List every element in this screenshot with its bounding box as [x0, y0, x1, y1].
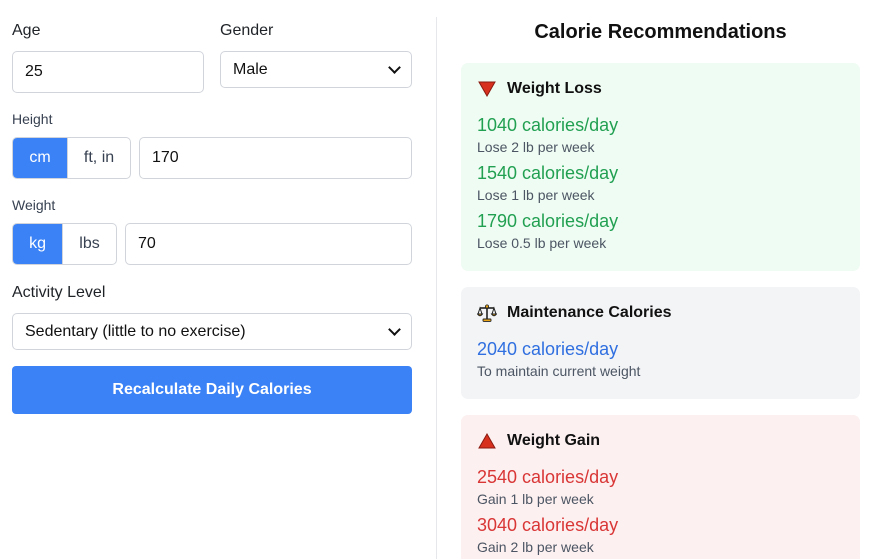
- gender-label: Gender: [220, 22, 274, 39]
- list-item: 1040 calories/day Lose 2 lb per week: [477, 113, 618, 161]
- age-input[interactable]: 25: [12, 51, 204, 93]
- calorie-note: Lose 1 lb per week: [477, 187, 595, 203]
- height-unit-cm[interactable]: cm: [13, 138, 68, 178]
- activity-value: Sedentary (little to no exercise): [25, 322, 246, 340]
- weight-unit-toggle: kg lbs: [12, 223, 117, 265]
- height-unit-toggle: cm ft, in: [12, 137, 131, 179]
- weight-gain-heading: Weight Gain: [507, 432, 601, 449]
- weight-label: Weight: [12, 197, 56, 213]
- calorie-note: Gain 2 lb per week: [477, 539, 594, 555]
- list-item: 1790 calories/day Lose 0.5 lb per week: [477, 209, 618, 257]
- maintenance-list: 2040 calories/day To maintain current we…: [477, 337, 640, 385]
- calorie-note: Lose 0.5 lb per week: [477, 235, 607, 251]
- weight-loss-list: 1040 calories/day Lose 2 lb per week 154…: [477, 113, 618, 257]
- column-divider: [436, 17, 437, 559]
- weight-unit-kg[interactable]: kg: [13, 224, 63, 264]
- calorie-value: 2540 calories/day: [477, 467, 619, 487]
- weight-gain-header: Weight Gain: [477, 432, 600, 450]
- height-input[interactable]: 170: [139, 137, 412, 179]
- calorie-value: 1790 calories/day: [477, 211, 619, 231]
- red-triangle-up-icon: [477, 432, 497, 450]
- height-label: Height: [12, 111, 53, 127]
- height-unit-ft-in[interactable]: ft, in: [67, 138, 130, 178]
- gender-select[interactable]: Male: [220, 51, 412, 88]
- age-value: 25: [25, 63, 43, 80]
- weight-gain-list: 2540 calories/day Gain 1 lb per week 304…: [477, 465, 618, 559]
- maintenance-header: Maintenance Calories: [477, 304, 672, 322]
- activity-select[interactable]: Sedentary (little to no exercise): [12, 313, 412, 350]
- gender-value: Male: [233, 60, 268, 78]
- calorie-value: 1040 calories/day: [477, 115, 619, 135]
- list-item: 1540 calories/day Lose 1 lb per week: [477, 161, 618, 209]
- list-item: 2540 calories/day Gain 1 lb per week: [477, 465, 618, 513]
- calorie-note: To maintain current weight: [477, 363, 641, 379]
- activity-label: Activity Level: [12, 284, 106, 301]
- calorie-value: 3040 calories/day: [477, 515, 619, 535]
- weight-loss-heading: Weight Loss: [507, 80, 602, 97]
- weight-loss-header: Weight Loss: [477, 80, 602, 98]
- results-title: Calorie Recommendations: [534, 21, 787, 43]
- calorie-note: Gain 1 lb per week: [477, 491, 594, 507]
- calorie-value: 1540 calories/day: [477, 163, 619, 183]
- list-item: 2040 calories/day To maintain current we…: [477, 337, 640, 385]
- recalculate-button[interactable]: Recalculate Daily Calories: [12, 366, 412, 414]
- height-value: 170: [152, 149, 179, 166]
- balance-scale-icon: [477, 304, 497, 322]
- weight-input[interactable]: 70: [125, 223, 412, 265]
- weight-unit-lbs[interactable]: lbs: [62, 224, 116, 264]
- weight-value: 70: [138, 235, 156, 252]
- maintenance-heading: Maintenance Calories: [507, 304, 672, 321]
- calorie-note: Lose 2 lb per week: [477, 139, 595, 155]
- list-item: 3040 calories/day Gain 2 lb per week: [477, 513, 618, 559]
- age-label: Age: [12, 22, 41, 39]
- calorie-value: 2040 calories/day: [477, 339, 619, 359]
- weight-loss-card: Weight Loss 1040 calories/day Lose 2 lb …: [461, 63, 860, 271]
- chevron-down-icon: [388, 322, 401, 336]
- red-triangle-down-icon: [477, 80, 497, 98]
- weight-gain-card: Weight Gain 2540 calories/day Gain 1 lb …: [461, 415, 860, 559]
- chevron-down-icon: [388, 60, 401, 74]
- maintenance-card: Maintenance Calories 2040 calories/day T…: [461, 287, 860, 399]
